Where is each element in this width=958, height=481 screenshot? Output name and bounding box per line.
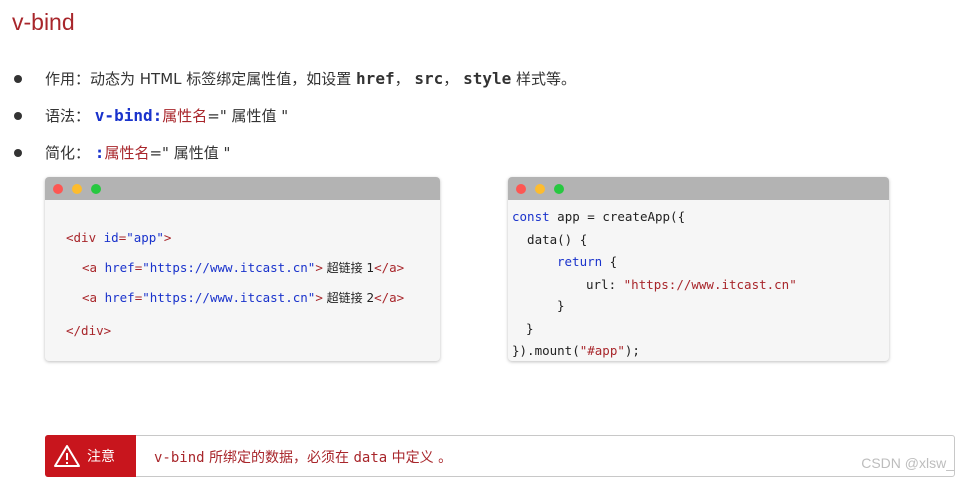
watermark: CSDN @xlsw_ (861, 455, 954, 471)
window-titlebar (508, 177, 889, 200)
bullet-dot (14, 75, 22, 83)
js-line-1: const app = createApp({ (512, 209, 686, 224)
js-line-6: } (526, 321, 534, 336)
code-href: href (356, 69, 395, 88)
minimize-dot-icon (535, 184, 545, 194)
maximize-dot-icon (554, 184, 564, 194)
code-src: src (414, 69, 444, 88)
js-line-5: } (557, 298, 565, 313)
equals-quote: =" (207, 107, 227, 125)
attr-name: 属性名 (104, 144, 150, 162)
notice-badge: 注意 (45, 435, 136, 477)
js-line-2: data() { (512, 232, 588, 247)
syntax-label: 语法： (45, 107, 91, 125)
equals-quote: =" (149, 144, 169, 162)
notice-text: v-bind 所绑定的数据，必须在 data 中定义 。 (154, 450, 453, 466)
page-title: v-bind (12, 9, 75, 35)
js-line-7: }).mount("#app"); (512, 343, 640, 358)
separator: ， (443, 70, 459, 88)
attr-value: 属性值 " (226, 107, 289, 125)
attr-value: 属性值 " (168, 144, 231, 162)
bullet-dot (14, 112, 22, 120)
maximize-dot-icon (91, 184, 101, 194)
code-line-link-1: <a href="https://www.itcast.cn"> 超链接 1</… (82, 260, 405, 275)
warning-icon (54, 445, 80, 467)
js-line-3: return { (557, 254, 618, 269)
bullet-dot (14, 149, 22, 157)
separator: ， (394, 70, 410, 88)
notice-box: 注意 v-bind 所绑定的数据，必须在 data 中定义 。 (45, 435, 955, 477)
code-style: style (463, 69, 512, 88)
code-v-bind: v-bind: (94, 106, 163, 125)
js-line-4: url: "https://www.itcast.cn" (586, 277, 797, 292)
shorthand-label: 简化： (45, 144, 91, 162)
attr-name: 属性名 (162, 107, 208, 125)
purpose-tail: 样式等。 (511, 70, 577, 88)
close-dot-icon (516, 184, 526, 194)
js-code-panel: const app = createApp({ data() { return … (508, 177, 889, 361)
window-titlebar (45, 177, 440, 200)
minimize-dot-icon (72, 184, 82, 194)
code-line-div-open: <div id="app"> (66, 230, 172, 245)
code-colon: : (94, 143, 105, 162)
purpose-label: 作用：动态为 HTML 标签绑定属性值，如设置 (45, 70, 357, 88)
notice-label: 注意 (87, 449, 115, 465)
code-line-link-2: <a href="https://www.itcast.cn"> 超链接 2</… (82, 290, 405, 305)
code-line-div-close: </div> (66, 323, 112, 338)
html-code-panel: <div id="app"> <a href="https://www.itca… (45, 177, 440, 361)
close-dot-icon (53, 184, 63, 194)
